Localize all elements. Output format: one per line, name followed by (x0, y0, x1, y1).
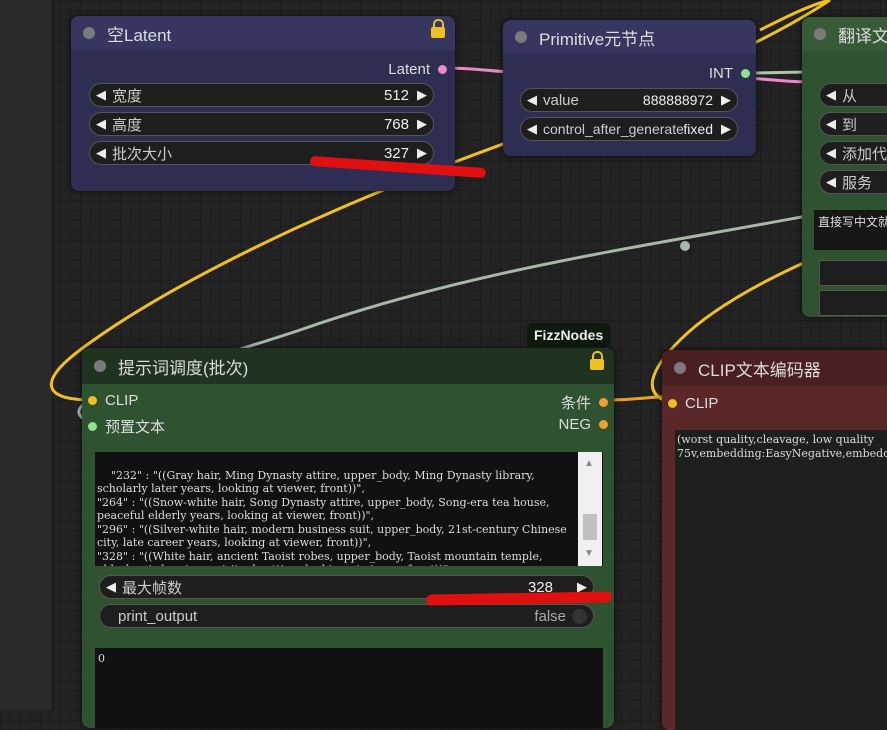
node-title: 提示词调度(批次) (118, 358, 249, 378)
node-title: 空Latent (107, 25, 172, 45)
node-title-bar[interactable]: CLIP文本编码器 (662, 350, 887, 386)
input-clip-label: CLIP (105, 392, 139, 409)
decrement-arrow-icon[interactable]: ◀ (100, 579, 122, 595)
decrement-arrow-icon[interactable]: ◀ (90, 87, 112, 103)
print-output-value: false (534, 607, 566, 625)
width-value: 512 (383, 86, 409, 104)
value-label: value (543, 91, 579, 109)
value-widget[interactable]: ◀ value 888888972 ▶ (520, 88, 738, 112)
input-dot-icon[interactable] (88, 422, 97, 431)
input-clip[interactable]: CLIP (668, 395, 718, 412)
decrement-arrow-icon[interactable]: ◀ (90, 145, 112, 161)
translate-from-widget[interactable]: ◀ 从 (819, 83, 887, 107)
output-condition-label: 条件 (560, 395, 591, 412)
translate-to-label: 到 (842, 116, 858, 134)
collapse-dot-icon[interactable] (674, 362, 686, 374)
lock-icon[interactable] (590, 351, 604, 370)
prompt-schedule-text: "232" : "((Gray hair, Ming Dynasty attir… (97, 468, 567, 567)
translate-add-label: 添加代 (842, 145, 887, 163)
value-value: 888888972 (642, 92, 713, 108)
decrement-arrow-icon[interactable]: ◀ (521, 92, 543, 108)
wire-reroute-dot (680, 241, 690, 251)
canvas-left-panel (0, 0, 53, 710)
input-dot-icon[interactable] (88, 396, 97, 405)
input-pretext[interactable]: 预置文本 (88, 416, 165, 437)
output-neg-label: NEG (558, 416, 591, 433)
increment-arrow-icon[interactable]: ▶ (715, 92, 737, 108)
scrollbar-thumb[interactable] (583, 514, 597, 540)
fizznodes-badge: FizzNodes (527, 323, 611, 347)
output-int-label: INT (708, 65, 733, 82)
scroll-up-icon[interactable]: ▲ (584, 458, 594, 469)
output-dot-icon[interactable] (599, 398, 608, 407)
collapse-dot-icon[interactable] (94, 360, 106, 372)
primitive-node[interactable]: Primitive元节点 INT ◀ value 888888972 ▶ ◀ c… (503, 20, 756, 156)
output-dot-icon[interactable] (438, 65, 447, 74)
translate-add-widget[interactable]: ◀ 添加代 (819, 141, 887, 165)
output-dot-icon[interactable] (741, 69, 750, 78)
control-after-generate-widget[interactable]: ◀ control_after_generate fixed ▶ (520, 117, 738, 141)
increment-arrow-icon[interactable]: ▶ (411, 145, 433, 161)
node-title: CLIP文本编码器 (698, 360, 821, 380)
clip-text-input[interactable]: (worst quality,cleavage, low quality 75v… (675, 430, 887, 730)
height-widget[interactable]: ◀ 高度 768 ▶ (89, 112, 434, 136)
input-clip-label: CLIP (685, 395, 719, 412)
height-value: 768 (383, 115, 409, 133)
increment-arrow-icon[interactable]: ▶ (715, 121, 737, 137)
lock-icon[interactable] (431, 19, 445, 38)
batch-size-value: 327 (383, 144, 409, 162)
translate-service-widget[interactable]: ◀ 服务 (819, 170, 887, 194)
translate-output-box-1 (819, 260, 887, 286)
node-title-bar[interactable]: 提示词调度(批次) (82, 348, 614, 384)
node-title: Primitive元节点 (539, 29, 656, 49)
output-int[interactable]: INT (709, 65, 750, 82)
prompt-schedule-node[interactable]: 提示词调度(批次) CLIP 预置文本 条件 NEG "232" : "((Gr… (82, 348, 614, 728)
width-widget[interactable]: ◀ 宽度 512 ▶ (89, 83, 434, 107)
output-latent[interactable]: Latent (388, 61, 447, 78)
decrement-arrow-icon[interactable]: ◀ (820, 116, 842, 132)
decrement-arrow-icon[interactable]: ◀ (820, 174, 842, 190)
collapse-dot-icon[interactable] (83, 27, 95, 39)
node-title: 翻译文 (838, 26, 887, 46)
translate-text-input[interactable]: 直接写中文就 (814, 210, 887, 250)
clip-text-encode-node[interactable]: CLIP文本编码器 CLIP (worst quality,cleavage, … (662, 350, 887, 730)
input-dot-icon[interactable] (668, 399, 677, 408)
decrement-arrow-icon[interactable]: ◀ (820, 145, 842, 161)
translate-node[interactable]: 翻译文 ◀ 从 ◀ 到 ◀ 添加代 ◀ 服务 直接写中文就 (802, 17, 887, 317)
input-clip[interactable]: CLIP (88, 392, 138, 409)
prompt-schedule-text-input[interactable]: "232" : "((Gray hair, Ming Dynasty attir… (95, 452, 603, 566)
output-dot-icon[interactable] (599, 420, 608, 429)
increment-arrow-icon[interactable]: ▶ (411, 87, 433, 103)
increment-arrow-icon[interactable]: ▶ (411, 116, 433, 132)
output-latent-label: Latent (388, 61, 430, 78)
node-title-bar[interactable]: Primitive元节点 (503, 20, 756, 54)
input-pretext-label: 预置文本 (105, 419, 166, 436)
decrement-arrow-icon[interactable]: ◀ (521, 121, 543, 137)
toggle-knob-icon[interactable] (572, 608, 587, 624)
translate-to-widget[interactable]: ◀ 到 (819, 112, 887, 136)
node-title-bar[interactable]: 翻译文 (802, 17, 887, 51)
decrement-arrow-icon[interactable]: ◀ (90, 116, 112, 132)
scroll-down-icon[interactable]: ▼ (584, 548, 594, 559)
scrollbar[interactable]: ▲ ▼ (578, 452, 602, 566)
output-text-area[interactable]: 0 (95, 648, 603, 728)
node-title-bar[interactable]: 空Latent (71, 16, 455, 50)
print-output-label: print_output (118, 607, 198, 625)
output-neg[interactable]: NEG (558, 416, 608, 433)
print-output-toggle[interactable]: print_output false (99, 604, 594, 628)
height-label: 高度 (112, 116, 143, 134)
width-label: 宽度 (112, 87, 143, 105)
collapse-dot-icon[interactable] (515, 31, 527, 43)
translate-from-label: 从 (842, 87, 858, 105)
translate-output-box-2 (819, 290, 887, 316)
control-value: fixed (683, 121, 713, 137)
collapse-dot-icon[interactable] (814, 28, 826, 40)
output-condition[interactable]: 条件 (561, 392, 608, 413)
decrement-arrow-icon[interactable]: ◀ (820, 87, 842, 103)
translate-service-label: 服务 (842, 174, 873, 192)
